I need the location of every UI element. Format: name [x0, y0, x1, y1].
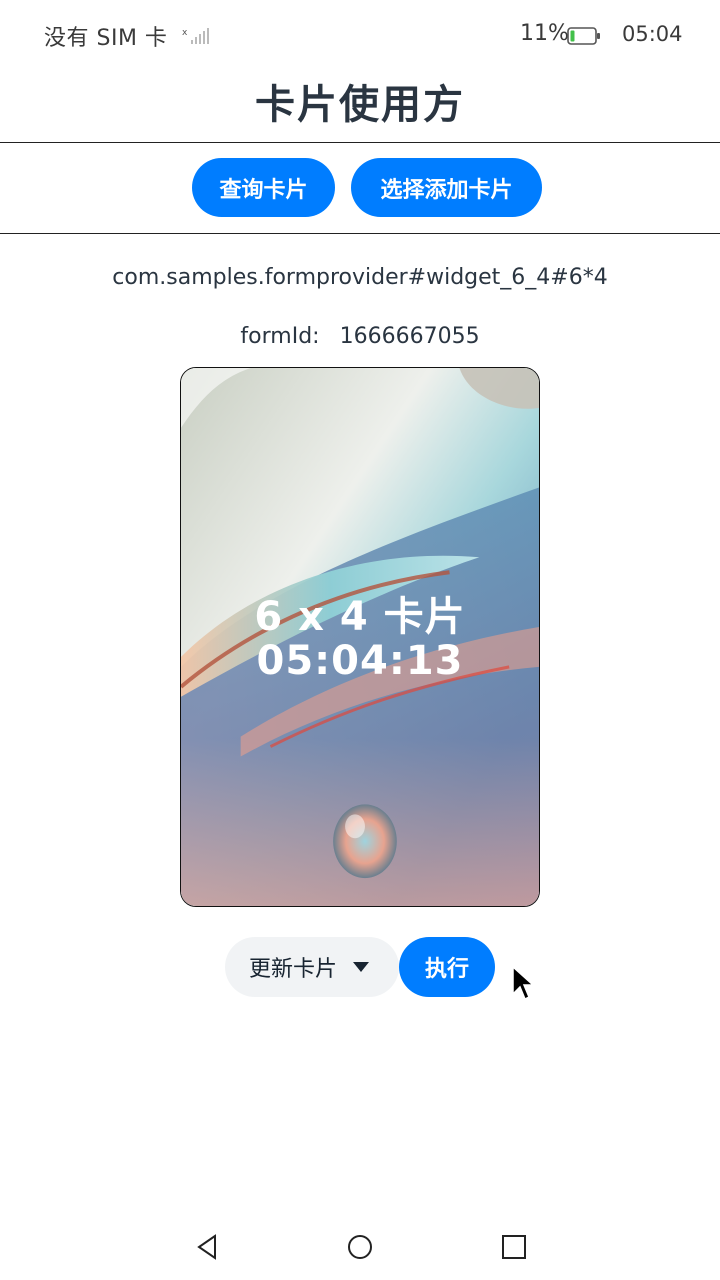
- divider-bottom: [0, 233, 720, 234]
- screen: 没有 SIM 卡 x 11% 05:04 卡片使用方 查询卡片 选择添加卡片 c…: [0, 0, 720, 1280]
- execute-button[interactable]: 执行: [399, 937, 495, 997]
- divider-top: [0, 142, 720, 143]
- query-card-button[interactable]: 查询卡片: [192, 158, 335, 217]
- svg-text:x: x: [182, 28, 188, 38]
- carrier-text: 没有 SIM 卡: [44, 26, 168, 51]
- form-id-line: formId: 1666667055: [0, 324, 720, 349]
- recent-apps-icon[interactable]: [499, 1232, 529, 1262]
- battery-icon: [567, 27, 600, 45]
- status-clock: 05:04: [622, 22, 683, 46]
- back-icon[interactable]: [193, 1232, 223, 1262]
- select-add-card-button[interactable]: 选择添加卡片: [351, 158, 542, 217]
- form-bundle-name: com.samples.formprovider#widget_6_4#6*4: [112, 265, 608, 290]
- navigation-bar: [0, 1210, 720, 1280]
- form-id-value: 1666667055: [339, 324, 480, 349]
- battery-percentage: 11%: [520, 21, 569, 46]
- home-icon[interactable]: [345, 1232, 375, 1262]
- widget-card[interactable]: 6 x 4 卡片 05:04:13: [180, 367, 540, 907]
- chevron-down-icon: [353, 962, 370, 972]
- signal-icon: x: [182, 28, 209, 44]
- card-title: 6 x 4 卡片: [254, 594, 466, 640]
- mouse-cursor-icon: [512, 966, 534, 1001]
- form-id-label: formId:: [240, 324, 320, 349]
- card-time: 05:04:13: [256, 638, 464, 684]
- action-select[interactable]: 更新卡片: [225, 937, 399, 997]
- page-title: 卡片使用方: [255, 82, 465, 128]
- status-bar: 没有 SIM 卡 x 11% 05:04: [0, 0, 720, 72]
- action-select-value: 更新卡片: [249, 957, 338, 982]
